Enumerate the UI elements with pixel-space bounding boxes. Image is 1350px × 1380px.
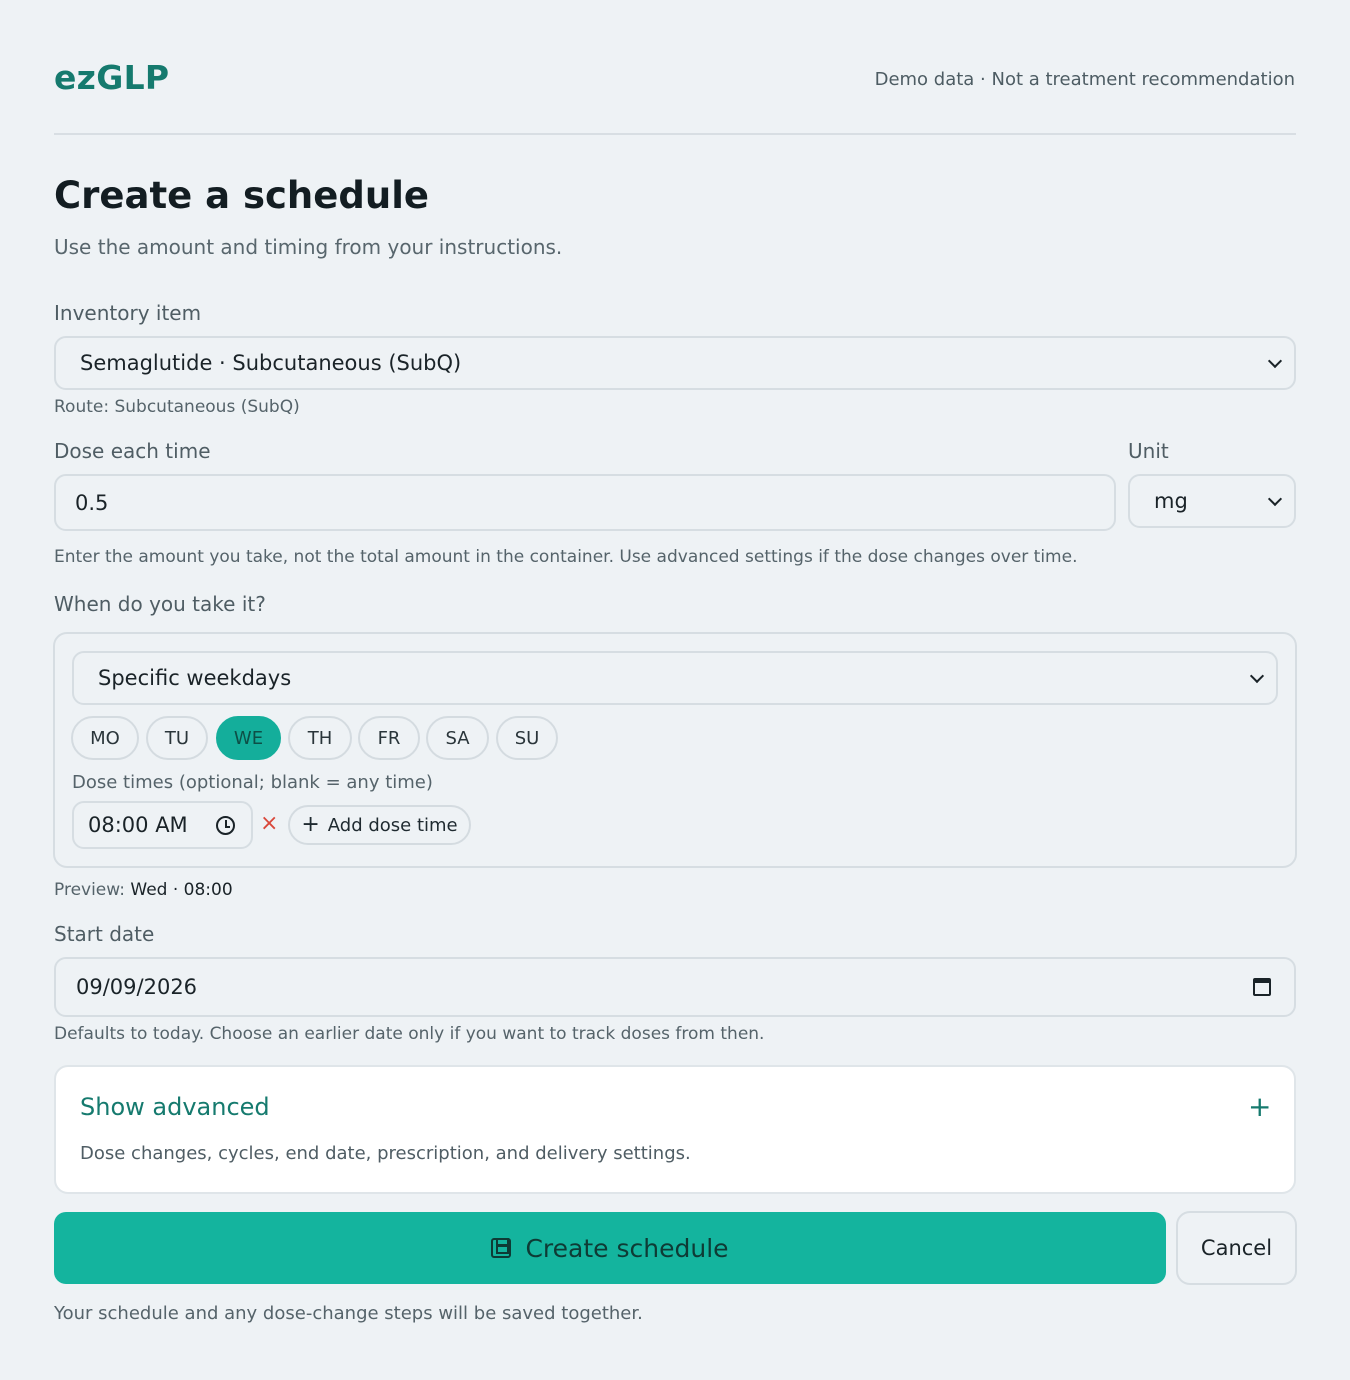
page-subtitle: Use the amount and timing from your inst…	[54, 235, 563, 259]
day-toggle-we[interactable]: WE	[216, 716, 281, 760]
inventory-select[interactable]: Semaglutide · Subcutaneous (SubQ)	[54, 336, 1296, 390]
expand-plus-icon[interactable]: +	[1248, 1092, 1271, 1122]
schedule-preview: Preview: Wed · 08:00	[54, 880, 233, 900]
cancel-label: Cancel	[1200, 1236, 1273, 1260]
create-schedule-label: Create schedule	[525, 1233, 729, 1263]
day-label: FR	[377, 727, 401, 749]
remove-time-icon[interactable]: ×	[260, 812, 278, 836]
advanced-description: Dose changes, cycles, end date, prescrip…	[80, 1143, 691, 1164]
calendar-icon[interactable]	[1253, 978, 1271, 996]
start-date-input[interactable]: 09/09/2026	[54, 957, 1296, 1017]
add-dose-time-button[interactable]: + Add dose time	[288, 805, 471, 845]
add-dose-time-label: Add dose time	[327, 814, 458, 836]
day-label: MO	[90, 727, 120, 749]
dose-time-input[interactable]: 08:00 AM	[72, 801, 253, 849]
header-divider	[54, 133, 1296, 135]
clock-icon[interactable]	[216, 816, 235, 835]
day-toggle-fr[interactable]: FR	[358, 716, 420, 760]
dose-label: Dose each time	[54, 439, 211, 463]
frequency-select-value: Specific weekdays	[98, 666, 292, 690]
day-toggle-th[interactable]: TH	[288, 716, 352, 760]
day-toggle-tu[interactable]: TU	[146, 716, 208, 760]
show-advanced-toggle[interactable]: Show advanced	[80, 1093, 270, 1121]
chevron-down-icon	[1267, 491, 1283, 507]
dose-hint: Enter the amount you take, not the total…	[54, 547, 1078, 567]
unit-label: Unit	[1128, 439, 1169, 463]
unit-select[interactable]: mg	[1128, 474, 1296, 528]
inventory-select-value: Semaglutide · Subcutaneous (SubQ)	[80, 351, 462, 375]
preview-label: Preview:	[54, 880, 125, 900]
day-toggle-su[interactable]: SU	[496, 716, 558, 760]
day-label: TU	[164, 727, 190, 749]
inventory-label: Inventory item	[54, 301, 202, 325]
dose-time-value: 08:00 AM	[88, 813, 188, 837]
chevron-down-icon	[1249, 668, 1265, 684]
start-date-hint: Defaults to today. Choose an earlier dat…	[54, 1024, 765, 1044]
chevron-down-icon	[1267, 353, 1283, 369]
day-toggle-mo[interactable]: MO	[71, 716, 139, 760]
cancel-button[interactable]: Cancel	[1176, 1211, 1297, 1285]
page-title: Create a schedule	[54, 174, 429, 217]
dose-times-label: Dose times (optional; blank = any time)	[72, 772, 433, 793]
dose-input[interactable]: 0.5	[54, 474, 1116, 531]
when-label: When do you take it?	[54, 592, 266, 616]
day-label: SU	[514, 727, 540, 749]
unit-select-value: mg	[1154, 489, 1188, 513]
demo-disclaimer: Demo data · Not a treatment recommendati…	[874, 69, 1295, 90]
dose-input-value: 0.5	[75, 490, 109, 515]
save-footer-note: Your schedule and any dose-change steps …	[54, 1303, 643, 1324]
route-note: Route: Subcutaneous (SubQ)	[54, 397, 300, 417]
frequency-select[interactable]: Specific weekdays	[72, 651, 1278, 705]
brand-logo[interactable]: ezGLP	[54, 58, 169, 97]
save-icon	[491, 1238, 512, 1258]
advanced-settings-card[interactable]	[54, 1065, 1296, 1194]
start-date-label: Start date	[54, 922, 155, 946]
day-label: SA	[445, 727, 470, 749]
start-date-value: 09/09/2026	[76, 975, 198, 999]
day-label: WE	[233, 727, 264, 749]
create-schedule-button[interactable]: Create schedule	[54, 1212, 1166, 1284]
plus-icon: +	[301, 812, 320, 837]
day-toggle-sa[interactable]: SA	[426, 716, 489, 760]
preview-value: Wed · 08:00	[130, 880, 233, 900]
day-label: TH	[307, 727, 333, 749]
